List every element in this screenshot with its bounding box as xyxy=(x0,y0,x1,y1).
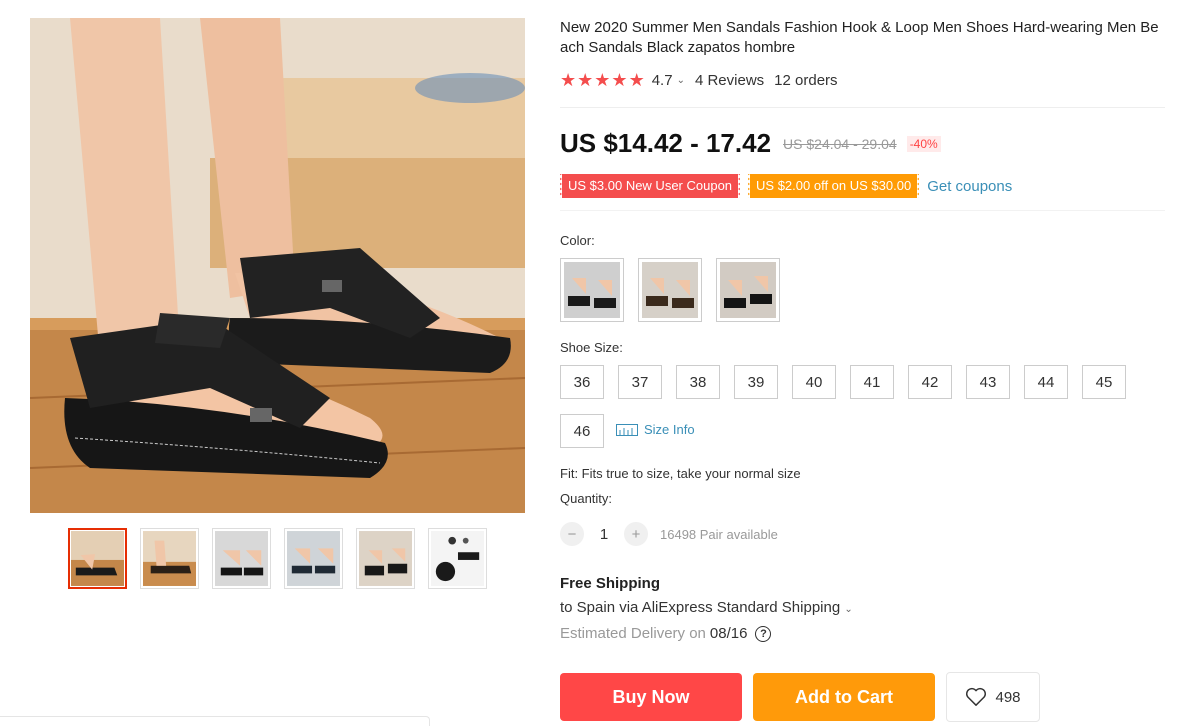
price-row: US $14.42 - 17.42 US $24.04 - 29.04 -40% xyxy=(560,128,941,159)
size-option[interactable]: 43 xyxy=(966,365,1010,399)
get-coupons-link[interactable]: Get coupons xyxy=(927,178,1012,195)
size-option[interactable]: 38 xyxy=(676,365,720,399)
action-buttons: Buy Now Add to Cart 498 xyxy=(560,672,1040,722)
store-coupon[interactable]: US $2.00 off on US $30.00 xyxy=(746,174,922,198)
thumbnail-image xyxy=(71,531,124,586)
size-option[interactable]: 42 xyxy=(908,365,952,399)
orders-count: 12 orders xyxy=(774,71,838,89)
chevron-down-icon[interactable]: ⌄ xyxy=(677,75,685,86)
add-to-cart-button[interactable]: Add to Cart xyxy=(753,673,935,721)
reviews-link[interactable]: 4 Reviews xyxy=(695,72,764,89)
thumbnail-1[interactable] xyxy=(68,528,127,589)
divider xyxy=(560,210,1165,211)
current-price: US $14.42 - 17.42 xyxy=(560,128,772,158)
ruler-icon xyxy=(616,423,638,436)
quantity-plus-button[interactable]: + xyxy=(624,522,648,546)
rating-value[interactable]: 4.7 xyxy=(652,72,673,89)
shipping-method[interactable]: to Spain via AliExpress Standard Shippin… xyxy=(560,599,853,616)
color-swatch-image xyxy=(642,262,698,318)
coupon-row: US $3.00 New User Coupon US $2.00 off on… xyxy=(557,174,1012,198)
size-info-link[interactable]: Size Info xyxy=(616,422,695,437)
new-user-coupon[interactable]: US $3.00 New User Coupon xyxy=(557,174,743,198)
thumbnail-image xyxy=(431,531,484,586)
thumbnail-3[interactable] xyxy=(212,528,271,589)
thumbnail-image xyxy=(215,531,268,586)
thumbnail-2[interactable] xyxy=(140,528,199,589)
main-product-image[interactable] xyxy=(30,18,525,513)
shipping-method-label: to Spain via AliExpress Standard Shippin… xyxy=(560,599,841,616)
thumbnail-image xyxy=(359,531,412,586)
star-icon: ★ xyxy=(577,70,594,90)
quantity-label: Quantity: xyxy=(560,491,613,506)
quantity-input[interactable]: 1 xyxy=(584,526,624,543)
star-icon: ★ xyxy=(628,70,645,90)
thumbnail-4[interactable] xyxy=(284,528,343,589)
size-label: Shoe Size: xyxy=(560,340,623,355)
estimated-delivery: Estimated Delivery on 08/16 ? xyxy=(560,625,772,642)
size-option[interactable]: 40 xyxy=(792,365,836,399)
size-option[interactable]: 45 xyxy=(1082,365,1126,399)
color-options xyxy=(560,258,780,322)
size-option[interactable]: 37 xyxy=(618,365,662,399)
quantity-minus-button[interactable]: − xyxy=(560,522,584,546)
rating-row: ★ ★ ★ ★ ★ 4.7 ⌄ 4 Reviews 12 orders xyxy=(560,71,838,89)
size-info-label: Size Info xyxy=(644,422,695,437)
size-option[interactable]: 36 xyxy=(560,365,604,399)
thumbnail-6[interactable] xyxy=(428,528,487,589)
divider xyxy=(560,107,1165,108)
color-option-3[interactable] xyxy=(716,258,780,322)
quantity-stepper: − 1 + 16498 Pair available xyxy=(560,522,778,546)
thumbnail-strip xyxy=(68,528,487,589)
size-option[interactable]: 44 xyxy=(1024,365,1068,399)
color-swatch-image xyxy=(720,262,776,318)
color-option-2[interactable] xyxy=(638,258,702,322)
bottom-panel-edge xyxy=(0,716,430,726)
size-option[interactable]: 46 xyxy=(560,414,604,448)
buy-now-button[interactable]: Buy Now xyxy=(560,673,742,721)
size-option[interactable]: 39 xyxy=(734,365,778,399)
help-icon[interactable]: ? xyxy=(755,625,772,642)
color-option-1[interactable] xyxy=(560,258,624,322)
star-icon: ★ xyxy=(594,70,611,90)
color-label: Color: xyxy=(560,233,595,248)
heart-icon xyxy=(966,687,987,706)
wishlist-count: 498 xyxy=(995,688,1021,706)
estimated-delivery-label: Estimated Delivery on xyxy=(560,625,706,642)
product-title: New 2020 Summer Men Sandals Fashion Hook… xyxy=(560,19,1159,56)
shipping-title: Free Shipping xyxy=(560,575,661,592)
delivery-date: 08/16 xyxy=(709,625,748,642)
color-swatch-image xyxy=(564,262,620,318)
discount-badge: -40% xyxy=(906,135,941,152)
star-icon: ★ xyxy=(611,70,628,90)
thumbnail-image xyxy=(143,531,196,586)
rating-stars: ★ ★ ★ ★ ★ xyxy=(560,71,645,89)
star-icon: ★ xyxy=(560,70,577,90)
chevron-down-icon: ⌄ xyxy=(844,604,853,615)
stock-available: 16498 Pair available xyxy=(660,526,778,542)
size-option[interactable]: 41 xyxy=(850,365,894,399)
original-price: US $24.04 - 29.04 xyxy=(783,135,897,152)
fit-note: Fit: Fits true to size, take your normal… xyxy=(560,466,801,481)
thumbnail-5[interactable] xyxy=(356,528,415,589)
thumbnail-image xyxy=(287,531,340,586)
sandal-photo xyxy=(30,18,525,513)
wishlist-button[interactable]: 498 xyxy=(946,672,1040,722)
